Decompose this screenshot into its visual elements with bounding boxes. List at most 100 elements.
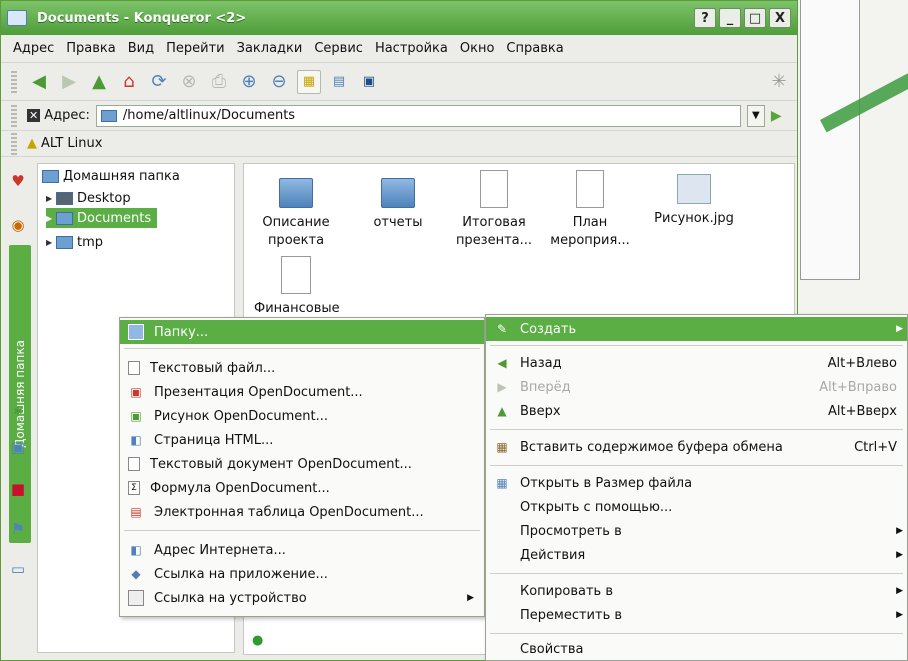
menu-edit[interactable]: Правка xyxy=(60,41,121,56)
menu-item-label: Вперёд xyxy=(520,379,571,395)
toolbar-grip[interactable] xyxy=(11,70,17,93)
menu-item-shortcut: Alt+Вправо xyxy=(819,379,897,395)
menu-item-properties[interactable]: Свойства xyxy=(486,637,907,661)
menu-item-app-link[interactable]: ◆ Ссылка на приложение... xyxy=(120,562,484,586)
menu-item-create[interactable]: ✎ Создать ▶ xyxy=(486,317,907,341)
menu-item-text-file[interactable]: Текстовый файл... xyxy=(120,356,484,380)
flag-icon[interactable]: ⚑ xyxy=(8,519,28,539)
file-item[interactable]: Итоговая презента... xyxy=(452,170,536,250)
bookmarks-heart-icon[interactable]: ♥ xyxy=(8,171,28,191)
alt-linux-icon: ▲ xyxy=(27,136,37,151)
menu-item-url[interactable]: ◧ Адрес Интернета... xyxy=(120,538,484,562)
tree-item-desktop[interactable]: ▶ Desktop xyxy=(46,188,131,208)
forward-icon[interactable]: ▶ xyxy=(57,70,81,94)
close-button[interactable]: X xyxy=(769,8,791,28)
menu-item-spreadsheet[interactable]: ▤ Электронная таблица OpenDocument... xyxy=(120,500,484,524)
menu-item-actions[interactable]: Действия ▶ xyxy=(486,543,907,567)
address-dropdown-button[interactable]: ▼ xyxy=(746,104,765,127)
clear-address-icon[interactable]: ✕ xyxy=(27,109,41,122)
print-icon[interactable]: ⎙ xyxy=(207,70,231,94)
menu-item-shortcut: Alt+Влево xyxy=(827,355,897,371)
zoom-out-icon[interactable]: ⊖ xyxy=(267,70,291,94)
maximize-button[interactable]: □ xyxy=(744,8,766,28)
menu-item-drawing[interactable]: ▣ Рисунок OpenDocument... xyxy=(120,404,484,428)
stop-icon[interactable]: ⊗ xyxy=(177,70,201,94)
bookmark-alt-linux[interactable]: ALT Linux xyxy=(41,136,102,151)
up-icon: ▲ xyxy=(497,404,507,418)
menu-item-presentation[interactable]: ▣ Презентация OpenDocument... xyxy=(120,380,484,404)
menu-item-paste[interactable]: ▦ Вставить содержимое буфера обмена Ctrl… xyxy=(486,435,907,459)
menu-item-label: Копировать в xyxy=(520,583,613,599)
menu-bookmarks[interactable]: Закладки xyxy=(231,41,309,56)
zoom-in-icon[interactable]: ⊕ xyxy=(237,70,261,94)
menu-view[interactable]: Вид xyxy=(122,41,160,56)
context-menu: ✎ Создать ▶ ◀ Назад Alt+Влево ▶ Вперёд A… xyxy=(485,314,908,661)
menu-item-forward[interactable]: ▶ Вперёд Alt+Вправо xyxy=(486,375,907,399)
menu-separator xyxy=(124,348,480,349)
device-link-icon xyxy=(128,590,144,606)
devices-icon[interactable]: ▭ xyxy=(8,559,28,579)
preview-icon[interactable]: ▣ xyxy=(357,70,381,94)
menu-item-open-in-filesize[interactable]: ▦ Открыть в Размер файла xyxy=(486,471,907,495)
menu-address[interactable]: Адрес xyxy=(7,41,60,56)
submenu-arrow-icon: ▶ xyxy=(467,593,474,603)
file-item[interactable]: План мероприя... xyxy=(548,170,632,250)
home-icon[interactable]: ⌂ xyxy=(117,70,141,94)
expand-arrow-icon[interactable]: ▶ xyxy=(46,214,56,223)
media-icon[interactable]: ✱ xyxy=(8,401,28,421)
detail-view-icon[interactable]: ▤ xyxy=(327,70,351,94)
address-input[interactable]: /home/altlinux/Documents xyxy=(95,104,741,127)
title-bar[interactable]: Documents - Konqueror <2> ? _ □ X xyxy=(1,1,797,35)
spreadsheet-icon xyxy=(281,256,311,294)
html-icon: ◧ xyxy=(130,433,142,447)
up-icon[interactable]: ▲ xyxy=(87,70,111,94)
tree-item-tmp[interactable]: ▶ tmp xyxy=(46,232,103,252)
menu-item-text-document[interactable]: Текстовый документ OpenDocument... xyxy=(120,452,484,476)
menu-separator xyxy=(490,465,903,466)
file-item[interactable]: отчеты xyxy=(356,178,440,232)
presentation-icon: ▣ xyxy=(130,385,142,399)
expand-arrow-icon[interactable]: ▶ xyxy=(46,238,56,247)
menu-item-label: Текстовый документ OpenDocument... xyxy=(150,456,412,472)
addressbar-grip[interactable] xyxy=(11,104,17,127)
folder-icon xyxy=(56,211,73,225)
menu-item-folder[interactable]: Папку... xyxy=(120,320,484,344)
menu-item-device-link[interactable]: Ссылка на устройство ▶ xyxy=(120,586,484,610)
file-item[interactable]: Рисунок.jpg xyxy=(648,174,740,228)
menu-tools[interactable]: Сервис xyxy=(308,41,369,56)
menu-window[interactable]: Окно xyxy=(454,41,501,56)
file-item[interactable]: Описание проекта xyxy=(254,178,338,250)
menu-item-copy-to[interactable]: Копировать в ▶ xyxy=(486,579,907,603)
help-button[interactable]: ? xyxy=(694,8,716,28)
menu-item-formula[interactable]: Σ Формула OpenDocument... xyxy=(120,476,484,500)
address-value: /home/altlinux/Documents xyxy=(122,108,296,123)
menu-item-up[interactable]: ▲ Вверх Alt+Вверх xyxy=(486,399,907,423)
address-bar: ✕ Адрес: /home/altlinux/Documents ▼ ▶ xyxy=(1,101,797,131)
expand-arrow-icon[interactable]: ▶ xyxy=(46,194,56,203)
reload-icon[interactable]: ⟳ xyxy=(147,70,171,94)
menu-item-html[interactable]: ◧ Страница HTML... xyxy=(120,428,484,452)
menu-item-move-to[interactable]: Переместить в ▶ xyxy=(486,603,907,627)
icon-view-icon[interactable]: ▦ xyxy=(297,69,321,94)
network-icon[interactable]: ▣ xyxy=(8,437,28,457)
back-icon[interactable]: ◀ xyxy=(27,70,51,94)
go-icon[interactable]: ▶ xyxy=(771,108,782,124)
menu-go[interactable]: Перейти xyxy=(160,41,231,56)
services-icon[interactable]: ■ xyxy=(8,479,28,499)
create-submenu: Папку... Текстовый файл... ▣ Презентация… xyxy=(119,317,485,617)
menu-item-open-with[interactable]: Открыть с помощью... xyxy=(486,495,907,519)
menu-help[interactable]: Справка xyxy=(500,41,569,56)
menu-item-label: Открыть в Размер файла xyxy=(520,475,693,491)
menu-settings[interactable]: Настройка xyxy=(369,41,454,56)
tree-label: tmp xyxy=(77,234,104,250)
minimize-button[interactable]: _ xyxy=(719,8,741,28)
home-folder-icon xyxy=(42,169,59,183)
history-icon[interactable]: ◉ xyxy=(8,215,28,235)
file-item[interactable]: Финансовые xyxy=(254,256,340,318)
tree-item-documents[interactable]: ▶ Documents xyxy=(46,208,158,228)
bookmarkbar-grip[interactable] xyxy=(11,132,17,155)
image-icon xyxy=(677,174,711,204)
tree-item-home[interactable]: Домашняя папка xyxy=(42,166,180,186)
menu-item-preview-in[interactable]: Просмотреть в ▶ xyxy=(486,519,907,543)
menu-item-back[interactable]: ◀ Назад Alt+Влево xyxy=(486,351,907,375)
